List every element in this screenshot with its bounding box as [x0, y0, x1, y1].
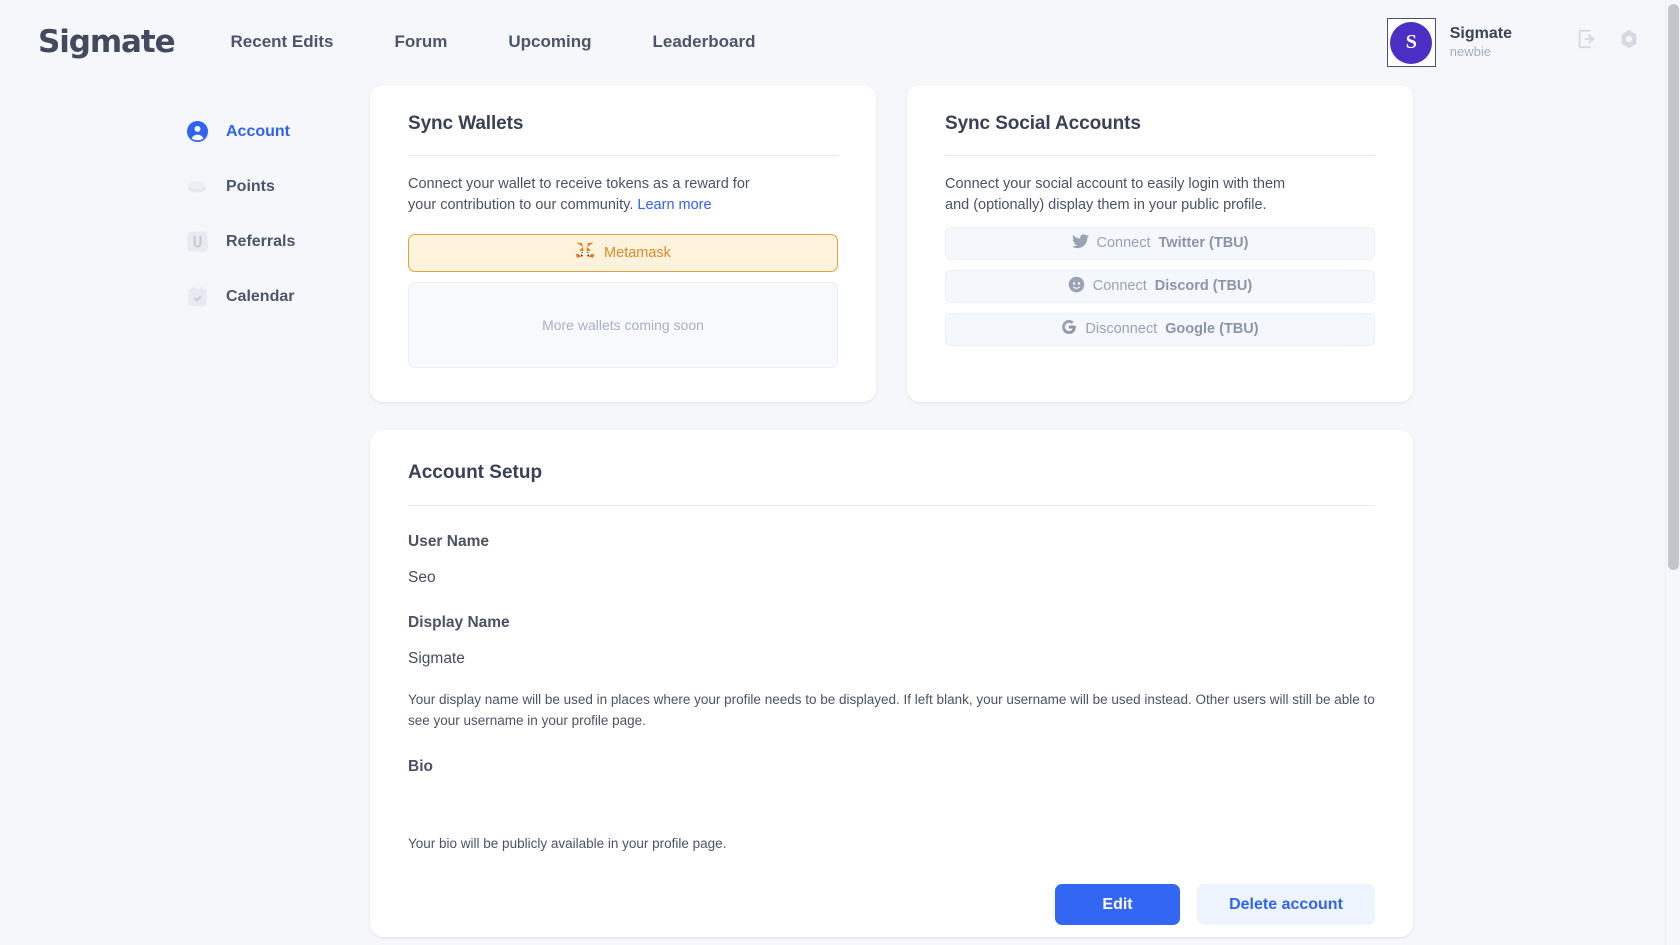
displayname-label: Display Name [408, 614, 1375, 632]
account-actions: Edit Delete account [408, 884, 1375, 927]
more-wallets-placeholder: More wallets coming soon [408, 282, 838, 368]
user-rank-badge: newbie [1450, 45, 1512, 60]
top-navbar: Sigmate Recent Edits Forum Upcoming Lead… [0, 0, 1680, 84]
sync-wallets-title: Sync Wallets [408, 113, 838, 135]
account-setup-title: Account Setup [408, 462, 1375, 484]
page-body: Account Points [0, 84, 1680, 937]
account-setup-card: Account Setup User Name Seo Display Name… [370, 430, 1413, 938]
discord-icon [1068, 276, 1085, 297]
connect-metamask-button[interactable]: Metamask [408, 234, 838, 272]
avatar-frame: S [1387, 18, 1436, 67]
sync-social-card: Sync Social Accounts Connect your social… [907, 85, 1413, 402]
top-action-icons [1576, 28, 1640, 55]
divider [945, 155, 1375, 156]
coin-stack-icon [185, 175, 209, 199]
delete-account-button[interactable]: Delete account [1197, 884, 1375, 925]
brand-logo[interactable]: Sigmate [38, 24, 175, 60]
calendar-icon [185, 285, 209, 309]
sidebar-item-calendar[interactable]: Calendar [185, 269, 370, 324]
sync-wallets-card: Sync Wallets Connect your wallet to rece… [370, 85, 876, 402]
sidebar-item-referrals[interactable]: Referrals [185, 214, 370, 269]
sidebar-item-label: Points [226, 178, 275, 196]
connect-discord-button[interactable]: Connect Discord (TBU) [945, 270, 1375, 303]
paperclip-icon [185, 230, 209, 254]
page-scrollbar[interactable] [1665, 0, 1680, 945]
sidebar-item-label: Calendar [226, 288, 294, 306]
user-name: Sigmate [1450, 25, 1512, 43]
user-meta: Sigmate newbie [1450, 25, 1512, 59]
sidebar-item-label: Account [226, 123, 290, 141]
nav-leaderboard[interactable]: Leaderboard [653, 24, 756, 60]
user-circle-icon [185, 120, 209, 144]
user-profile-area[interactable]: S Sigmate newbie [1387, 18, 1512, 67]
sidebar-item-account[interactable]: Account [185, 104, 370, 159]
nav-upcoming[interactable]: Upcoming [508, 24, 591, 60]
main-nav: Recent Edits Forum Upcoming Leaderboard [231, 24, 817, 60]
top-cards-row: Sync Wallets Connect your wallet to rece… [370, 85, 1413, 402]
bio-help-text: Your bio will be publicly available in y… [408, 834, 1375, 855]
disconnect-google-button[interactable]: Disconnect Google (TBU) [945, 313, 1375, 346]
divider [408, 155, 838, 156]
sidebar: Account Points [185, 84, 370, 937]
discord-button-action: Connect [1093, 278, 1147, 294]
google-icon [1061, 319, 1077, 339]
twitter-icon [1072, 234, 1089, 253]
nav-recent-edits[interactable]: Recent Edits [231, 24, 334, 60]
displayname-value: Sigmate [408, 650, 1375, 668]
avatar[interactable]: S [1390, 22, 1432, 64]
divider [408, 505, 1375, 506]
twitter-button-action: Connect [1097, 235, 1151, 251]
app-root: Sigmate Recent Edits Forum Upcoming Lead… [0, 0, 1680, 945]
displayname-help-text: Your display name will be used in places… [408, 690, 1375, 732]
sync-social-description: Connect your social account to easily lo… [945, 174, 1290, 217]
settings-gear-icon[interactable] [1618, 28, 1640, 55]
metamask-fox-icon [575, 241, 595, 264]
discord-button-service: Discord (TBU) [1155, 278, 1252, 294]
logout-icon[interactable] [1576, 28, 1598, 55]
username-label: User Name [408, 533, 1375, 551]
metamask-label: Metamask [604, 245, 671, 261]
edit-button[interactable]: Edit [1055, 884, 1180, 925]
sync-social-title: Sync Social Accounts [945, 113, 1375, 135]
connect-twitter-button[interactable]: Connect Twitter (TBU) [945, 227, 1375, 260]
learn-more-link[interactable]: Learn more [637, 197, 711, 213]
sidebar-item-points[interactable]: Points [185, 159, 370, 214]
bio-value [408, 776, 1375, 812]
sidebar-item-label: Referrals [226, 233, 295, 251]
username-value: Seo [408, 569, 1375, 587]
sync-wallets-description: Connect your wallet to receive tokens as… [408, 174, 753, 217]
google-button-service: Google (TBU) [1165, 321, 1258, 337]
google-button-action: Disconnect [1085, 321, 1157, 337]
twitter-button-service: Twitter (TBU) [1159, 235, 1249, 251]
main-content: Sync Wallets Connect your wallet to rece… [370, 84, 1680, 937]
more-wallets-text: More wallets coming soon [542, 317, 704, 333]
bio-label: Bio [408, 758, 1375, 776]
scrollbar-thumb[interactable] [1668, 4, 1679, 570]
nav-forum[interactable]: Forum [395, 24, 448, 60]
